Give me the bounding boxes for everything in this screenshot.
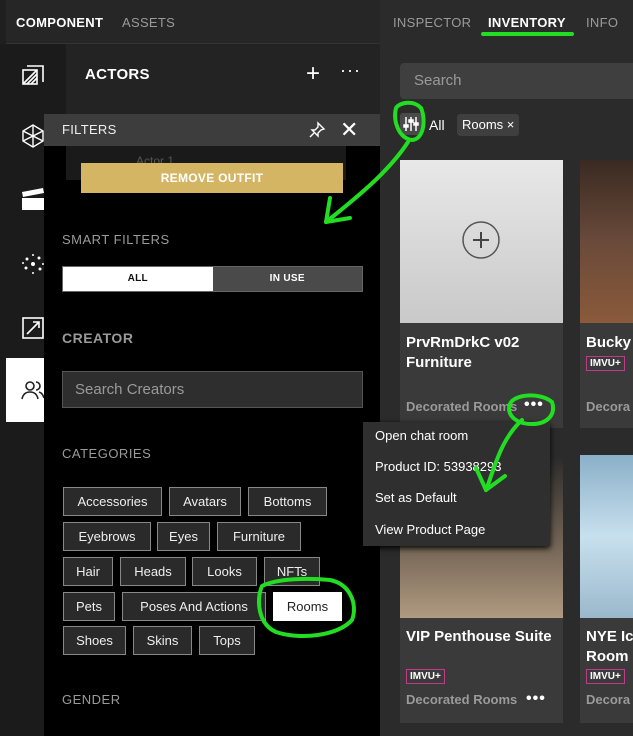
category-chip[interactable]: Tops — [199, 626, 255, 655]
category-chip[interactable]: NFTs — [264, 557, 320, 586]
category-chip[interactable]: Furniture — [217, 522, 301, 551]
product-context-menu: Open chat room Product ID: 53938293 Set … — [363, 422, 550, 546]
product-more-button[interactable]: ••• — [526, 690, 546, 708]
product-category: Decorated Rooms — [406, 692, 518, 707]
tab-info[interactable]: INFO — [586, 15, 618, 30]
creator-label: CREATOR — [62, 330, 134, 346]
product-card[interactable]: NYE Ic Room IMVU+ Decora — [580, 455, 633, 723]
category-chip[interactable]: Heads — [120, 557, 186, 586]
add-icon — [462, 221, 500, 259]
category-chip[interactable]: Eyes — [157, 522, 210, 551]
filter-chip-all[interactable]: All — [429, 117, 445, 133]
filter-chip-rooms[interactable]: Rooms × — [457, 114, 520, 136]
product-name: NYE Ic Room — [586, 628, 633, 665]
tab-inspector[interactable]: INSPECTOR — [393, 15, 471, 30]
product-card[interactable]: PrvRmDrkC v02 Furniture Decorated Rooms … — [400, 160, 563, 428]
category-chip[interactable]: Accessories — [63, 487, 162, 516]
tab-assets[interactable]: ASSETS — [122, 15, 175, 30]
product-card[interactable]: Bucky IMVU+ Decora — [580, 160, 633, 428]
category-chip[interactable]: Eyebrows — [63, 522, 151, 551]
component-panel: COMPONENT ASSETS ACTORS + ··· Actor 1 FI… — [0, 0, 380, 736]
filters-panel: Actor 1 FILTERS ✕ REMOVE OUTFIT SMART FI… — [44, 114, 380, 736]
filters-header: FILTERS ✕ — [44, 114, 380, 146]
imvu-plus-badge: IMVU+ — [586, 356, 625, 371]
smart-filters-label: SMART FILTERS — [62, 232, 170, 247]
product-more-button[interactable]: ••• — [524, 396, 544, 414]
close-filters-button[interactable]: ✕ — [340, 117, 358, 143]
more-options-button[interactable]: ··· — [340, 60, 361, 81]
category-chip[interactable]: Pets — [63, 592, 115, 621]
category-chip[interactable]: Looks — [192, 557, 257, 586]
product-thumbnail — [400, 160, 563, 323]
category-chip[interactable]: Hair — [63, 557, 113, 586]
category-chip[interactable]: Avatars — [169, 487, 241, 516]
product-category: Decora — [586, 399, 631, 414]
category-chip[interactable]: Skins — [133, 626, 192, 655]
product-name: PrvRmDrkC v02 Furniture — [406, 334, 520, 371]
menu-item-product-id[interactable]: Product ID: 53938293 — [375, 459, 501, 474]
category-chip[interactable]: Poses And Actions — [122, 592, 266, 621]
menu-item-open-chat-room[interactable]: Open chat room — [375, 428, 468, 443]
inventory-panel: INSPECTOR INVENTORY INFO Search All Room… — [380, 0, 633, 736]
product-name: VIP Penthouse Suite — [406, 628, 552, 645]
search-creators-input[interactable]: Search Creators — [62, 371, 363, 408]
pin-icon[interactable] — [308, 121, 326, 139]
app-window: COMPONENT ASSETS ACTORS + ··· Actor 1 FI… — [0, 0, 633, 736]
smart-filter-all[interactable]: ALL — [63, 267, 213, 291]
filter-sliders-icon[interactable] — [400, 113, 422, 135]
inventory-search-input[interactable]: Search — [400, 63, 633, 99]
product-thumbnail — [580, 455, 633, 618]
right-tab-bar: INSPECTOR INVENTORY INFO — [380, 0, 633, 44]
category-chip[interactable]: Shoes — [63, 626, 126, 655]
category-chip[interactable]: Bottoms — [248, 487, 327, 516]
categories-label: CATEGORIES — [62, 446, 152, 461]
actors-header: ACTORS + ··· — [66, 44, 380, 114]
filters-title: FILTERS — [62, 122, 117, 137]
tab-inventory[interactable]: INVENTORY — [488, 15, 566, 30]
imvu-plus-badge: IMVU+ — [406, 669, 445, 684]
add-actor-button[interactable]: + — [306, 60, 320, 88]
left-tab-bar: COMPONENT ASSETS — [6, 0, 380, 44]
menu-item-set-as-default[interactable]: Set as Default — [375, 490, 457, 505]
product-thumbnail — [580, 160, 633, 323]
product-category: Decorated Rooms — [406, 399, 518, 414]
gender-label: GENDER — [62, 692, 121, 707]
imvu-plus-badge: IMVU+ — [586, 669, 625, 684]
smart-filter-in-use[interactable]: IN USE — [212, 267, 362, 291]
product-name: Bucky — [586, 334, 632, 351]
menu-item-view-product-page[interactable]: View Product Page — [375, 522, 485, 537]
smart-filter-toggle: ALL IN USE — [62, 266, 363, 292]
tab-component[interactable]: COMPONENT — [16, 15, 103, 30]
remove-outfit-button[interactable]: REMOVE OUTFIT — [81, 163, 343, 193]
product-category: Decora — [586, 692, 631, 707]
layers-icon[interactable] — [6, 44, 60, 108]
category-chip-rooms[interactable]: Rooms — [273, 592, 342, 621]
actors-title: ACTORS — [85, 66, 150, 83]
